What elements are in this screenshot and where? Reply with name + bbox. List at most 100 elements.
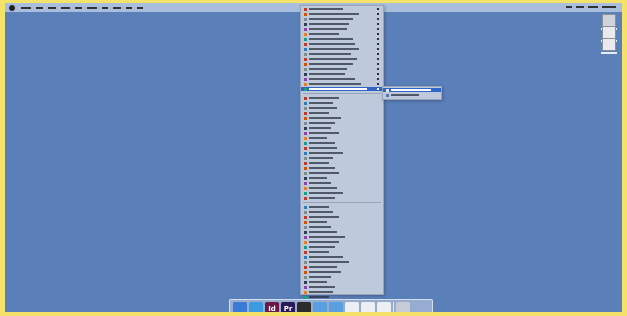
desktop-icon-drive-2[interactable] — [598, 38, 620, 54]
submenu-item[interactable] — [383, 88, 441, 92]
folder-icon[interactable] — [329, 302, 343, 312]
menu-item[interactable] — [301, 141, 383, 145]
menu-item[interactable] — [301, 275, 383, 279]
menu-item[interactable] — [301, 255, 383, 259]
menu-bar-item[interactable] — [87, 6, 97, 9]
menu-item[interactable] — [301, 215, 383, 219]
premiere-icon[interactable]: Pr — [281, 302, 295, 312]
menu-item[interactable] — [301, 12, 383, 16]
desktop: Id Pr — [5, 3, 622, 312]
apple-icon[interactable] — [9, 4, 15, 11]
status-item[interactable] — [566, 6, 572, 8]
trash-icon[interactable] — [396, 302, 410, 312]
menu-item[interactable] — [301, 126, 383, 130]
menu-item[interactable] — [301, 235, 383, 239]
menu-item[interactable] — [301, 210, 383, 214]
menu-item[interactable] — [301, 166, 383, 170]
menu-item[interactable] — [301, 62, 383, 66]
app-icon — [304, 37, 307, 41]
menu-item[interactable] — [301, 17, 383, 21]
menu-item-label — [309, 73, 345, 75]
app-icon — [304, 171, 307, 175]
menu-bar-item[interactable] — [137, 6, 143, 9]
menu-item[interactable] — [301, 136, 383, 140]
menu-item[interactable] — [301, 171, 383, 175]
menu-item[interactable] — [301, 131, 383, 135]
menu-item[interactable] — [301, 161, 383, 165]
menu-item[interactable] — [301, 7, 383, 11]
menu-item[interactable] — [301, 196, 383, 200]
menu-bar-item[interactable] — [21, 6, 31, 9]
menu-item[interactable] — [301, 116, 383, 120]
safari-icon[interactable] — [249, 302, 263, 312]
app-icon[interactable] — [297, 302, 311, 312]
menu-bar-item[interactable] — [113, 6, 121, 9]
menu-item-label — [309, 23, 349, 25]
menu-item[interactable] — [301, 47, 383, 51]
menu-item[interactable] — [301, 290, 383, 294]
menu-item[interactable] — [301, 270, 383, 274]
menu-item-label — [309, 226, 331, 228]
menu-item-label — [309, 271, 341, 273]
desktop-icon-label — [601, 52, 617, 54]
menu-item[interactable] — [301, 260, 383, 264]
menu-bar-item[interactable] — [48, 6, 56, 9]
menu-item[interactable] — [301, 67, 383, 71]
submenu-item-label — [391, 89, 431, 91]
clock[interactable] — [602, 6, 616, 8]
menu-bar-item[interactable] — [61, 6, 70, 9]
menu-item[interactable] — [301, 96, 383, 100]
menu-item[interactable] — [301, 230, 383, 234]
menu-item[interactable] — [301, 285, 383, 289]
menu-item-label — [309, 157, 333, 159]
menu-item[interactable] — [301, 57, 383, 61]
submenu-item[interactable] — [383, 93, 441, 97]
menu-bar-item[interactable] — [36, 6, 43, 9]
menu-item[interactable] — [301, 205, 383, 209]
menu-item[interactable] — [301, 156, 383, 160]
menu-item[interactable] — [301, 191, 383, 195]
menu-item[interactable] — [301, 250, 383, 254]
menu-item-label — [309, 291, 333, 293]
menu-item[interactable] — [301, 220, 383, 224]
menu-item[interactable] — [301, 87, 383, 91]
menu-item-label — [309, 192, 343, 194]
menu-item[interactable] — [301, 121, 383, 125]
menu-bar-item[interactable] — [126, 6, 132, 9]
menu-item[interactable] — [301, 27, 383, 31]
app-icon — [304, 131, 307, 135]
menu-item[interactable] — [301, 151, 383, 155]
menu-item[interactable] — [301, 42, 383, 46]
menu-item[interactable] — [301, 240, 383, 244]
menu-item[interactable] — [301, 77, 383, 81]
menu-item[interactable] — [301, 52, 383, 56]
menu-item[interactable] — [301, 82, 383, 86]
menu-item[interactable] — [301, 37, 383, 41]
menu-item-label — [309, 63, 353, 65]
menu-item[interactable] — [301, 146, 383, 150]
menu-item[interactable] — [301, 245, 383, 249]
menu-item[interactable] — [301, 32, 383, 36]
finder-icon[interactable] — [233, 302, 247, 312]
menu-item[interactable] — [301, 106, 383, 110]
document-icon[interactable] — [377, 302, 391, 312]
indesign-icon[interactable]: Id — [265, 302, 279, 312]
menu-item[interactable] — [301, 186, 383, 190]
document-icon[interactable] — [361, 302, 375, 312]
menu-item[interactable] — [301, 176, 383, 180]
status-item[interactable] — [576, 6, 584, 8]
menu-item[interactable] — [301, 181, 383, 185]
app-icon — [304, 186, 307, 190]
menu-item[interactable] — [301, 22, 383, 26]
status-item[interactable] — [588, 6, 598, 8]
menu-item[interactable] — [301, 101, 383, 105]
menu-item[interactable] — [301, 265, 383, 269]
menu-item[interactable] — [301, 111, 383, 115]
menu-item[interactable] — [301, 225, 383, 229]
menu-item[interactable] — [301, 72, 383, 76]
folder-icon[interactable] — [313, 302, 327, 312]
menu-bar-item[interactable] — [102, 6, 108, 9]
document-icon[interactable] — [345, 302, 359, 312]
menu-item[interactable] — [301, 280, 383, 284]
menu-bar-item[interactable] — [75, 6, 82, 9]
